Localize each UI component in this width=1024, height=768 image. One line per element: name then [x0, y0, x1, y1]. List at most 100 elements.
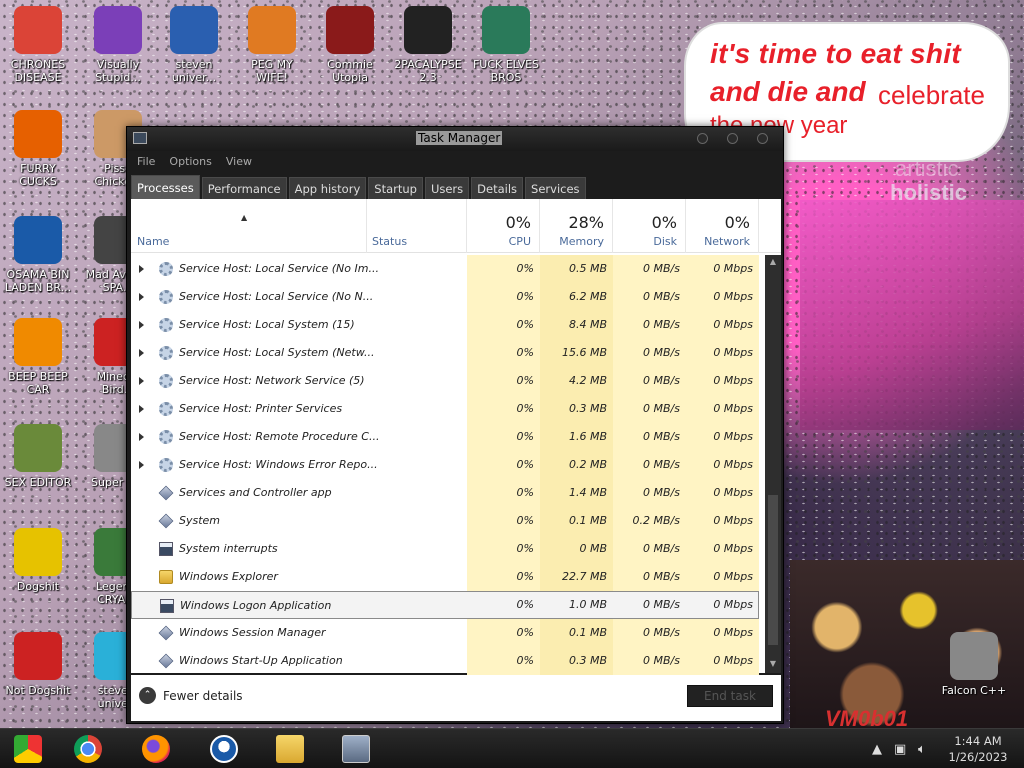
firefox-icon[interactable] [134, 733, 178, 765]
process-row[interactable]: Windows Start-Up Application 0% 0.3 MB 0 MB… [131, 647, 763, 675]
network-icon[interactable]: ▣ [894, 729, 906, 768]
tab-users[interactable]: Users [424, 177, 470, 199]
diamond-process-icon [158, 513, 174, 529]
fewer-details-link[interactable]: Fewer details [163, 689, 243, 703]
expand-arrow-icon[interactable] [139, 433, 144, 441]
bubble-line-2b: celebrate [878, 80, 985, 110]
task-manager-window[interactable]: Task Manager File Options View Processes… [126, 126, 784, 724]
process-disk-cell: 0 MB/s [613, 535, 686, 563]
process-row[interactable]: System interrupts 0% 0 MB 0 MB/s 0 Mbps [131, 535, 763, 563]
process-name: Service Host: Local Service (No N... [179, 290, 374, 303]
process-name: Service Host: Local Service (No Im... [179, 262, 379, 275]
desktop-icon-label: 2PACALYPSE 2.3 [394, 58, 462, 84]
process-rows: Service Host: Local Service (No Im... 0% 0… [131, 255, 763, 675]
desktop-icon-6[interactable]: 2PACALYPSE 2.3 [390, 6, 466, 84]
process-network-cell: 0 Mbps [686, 563, 759, 591]
desktop-icon-10[interactable]: OSAMA BIN LADEN BR... [0, 216, 76, 294]
expand-arrow-icon[interactable] [139, 461, 144, 469]
desktop-icon-3[interactable]: steven univer... [156, 6, 232, 84]
process-row[interactable]: Windows Logon Application 0% 1.0 MB 0 MB/s 0… [131, 591, 763, 619]
desktop-icon-label: BEEP BEEP CAR [8, 370, 68, 396]
close-icon[interactable] [757, 133, 768, 144]
tab-performance[interactable]: Performance [201, 177, 287, 199]
process-disk-cell: 0 MB/s [613, 311, 686, 339]
desktop-icon-18[interactable]: Not Dogshit [0, 632, 76, 697]
desktop-icon-5[interactable]: Commie Utopia [312, 6, 388, 84]
column-memory[interactable]: 28% Memory [540, 199, 613, 253]
column-cpu[interactable]: 0% CPU [467, 199, 540, 253]
process-cpu-cell: 0% [516, 598, 534, 611]
scroll-down-icon[interactable]: ▼ [768, 659, 778, 671]
minimize-icon[interactable] [697, 133, 708, 144]
tab-details[interactable]: Details [471, 177, 524, 199]
desktop-icon-7[interactable]: FUCK ELVES BROS [468, 6, 544, 84]
tab-app-history[interactable]: App history [288, 177, 367, 199]
process-row[interactable]: Service Host: Local System (15) 0% 8.4 MB 0… [131, 311, 763, 339]
vertical-scrollbar[interactable]: ▲ ▼ [765, 255, 781, 673]
desktop-icon-8[interactable]: FURRY CUCKS [0, 110, 76, 188]
process-row[interactable]: Service Host: Remote Procedure C... 0% 1.6… [131, 423, 763, 451]
expand-arrow-icon[interactable] [139, 293, 144, 301]
process-row[interactable]: Service Host: Network Service (5) 0% 4.2 M… [131, 367, 763, 395]
process-row[interactable]: Service Host: Printer Services 0% 0.3 MB 0 … [131, 395, 763, 423]
gear-icon [159, 318, 173, 332]
chrome-old-icon[interactable] [6, 733, 50, 765]
menu-options[interactable]: Options [169, 155, 211, 168]
chrome-icon[interactable] [66, 733, 110, 765]
clock-date: 1/26/2023 [948, 750, 1008, 764]
scroll-up-icon[interactable]: ▲ [768, 257, 778, 269]
chevron-up-icon[interactable]: ▲ [872, 729, 882, 768]
process-row[interactable]: Windows Session Manager 0% 0.1 MB 0 MB/s 0 M… [131, 619, 763, 647]
process-row[interactable]: Service Host: Local Service (No Im... 0% 0… [131, 255, 763, 283]
vlc-icon [14, 318, 62, 366]
chevron-up-icon[interactable]: ⌃ [139, 687, 156, 704]
end-task-button[interactable]: End task [687, 685, 773, 707]
expand-arrow-icon[interactable] [139, 321, 144, 329]
file-explorer-icon[interactable] [268, 733, 312, 765]
gear-icon [159, 458, 173, 472]
desktop-icon-1[interactable]: CHRONES DISEASE [0, 6, 76, 84]
expand-arrow-icon[interactable] [139, 405, 144, 413]
process-network-cell: 0 Mbps [686, 367, 759, 395]
tab-processes[interactable]: Processes [131, 175, 200, 199]
tab-startup[interactable]: Startup [368, 177, 423, 199]
process-row[interactable]: Service Host: Windows Error Repo... 0% 0.2… [131, 451, 763, 479]
tab-services[interactable]: Services [525, 177, 586, 199]
process-memory-cell: 1.0 MB [568, 598, 607, 611]
process-name: System interrupts [179, 542, 278, 555]
column-status[interactable]: Status [367, 199, 467, 253]
process-network-cell: 0 Mbps [686, 255, 759, 283]
menu-view[interactable]: View [226, 155, 252, 168]
process-row[interactable]: Services and Controller app 0% 1.4 MB 0 MB/… [131, 479, 763, 507]
maximize-icon[interactable] [727, 133, 738, 144]
process-network-cell: 0 Mbps [686, 535, 759, 563]
expand-arrow-icon[interactable] [139, 377, 144, 385]
expand-arrow-icon[interactable] [139, 265, 144, 273]
desktop-icon-12[interactable]: BEEP BEEP CAR [0, 318, 76, 396]
process-row[interactable]: Service Host: Local Service (No N... 0% 6.… [131, 283, 763, 311]
desktop-icon-14[interactable]: SEX EDITOR [0, 424, 76, 489]
task-manager-icon[interactable] [334, 733, 378, 765]
expand-arrow-icon[interactable] [139, 349, 144, 357]
desktop-icon-16[interactable]: Dogshit [0, 528, 76, 593]
wallpaper-sign-holistic: holistic [890, 180, 968, 205]
column-disk[interactable]: 0% Disk [613, 199, 686, 253]
process-row[interactable]: Windows Explorer 0% 22.7 MB 0 MB/s 0 Mbps [131, 563, 763, 591]
process-cpu-cell: 0% [467, 563, 540, 591]
process-cpu-cell: 0% [467, 367, 540, 395]
obama-logo-icon[interactable] [202, 733, 246, 765]
process-row[interactable]: Service Host: Local System (Netw... 0% 15.… [131, 339, 763, 367]
title-bar[interactable]: Task Manager [127, 127, 783, 151]
scrollbar-thumb[interactable] [768, 495, 778, 645]
volume-icon[interactable]: 🔈︎ [918, 729, 926, 768]
clock[interactable]: 1:44 AM 1/26/2023 [942, 733, 1014, 765]
desktop-icon-2[interactable]: Visually Stupid... [80, 6, 156, 84]
folder-icon [159, 570, 173, 584]
desktop-icon-20[interactable]: Falcon C++ [936, 632, 1012, 697]
menu-file[interactable]: File [137, 155, 155, 168]
process-memory-cell: 0.1 MB [540, 507, 613, 535]
process-row[interactable]: System 0% 0.1 MB 0.2 MB/s 0 Mbps [131, 507, 763, 535]
column-network[interactable]: 0% Network [686, 199, 759, 253]
column-name[interactable]: ▲ Name [131, 199, 367, 253]
desktop-icon-4[interactable]: PEG MY WIFE! [234, 6, 310, 84]
